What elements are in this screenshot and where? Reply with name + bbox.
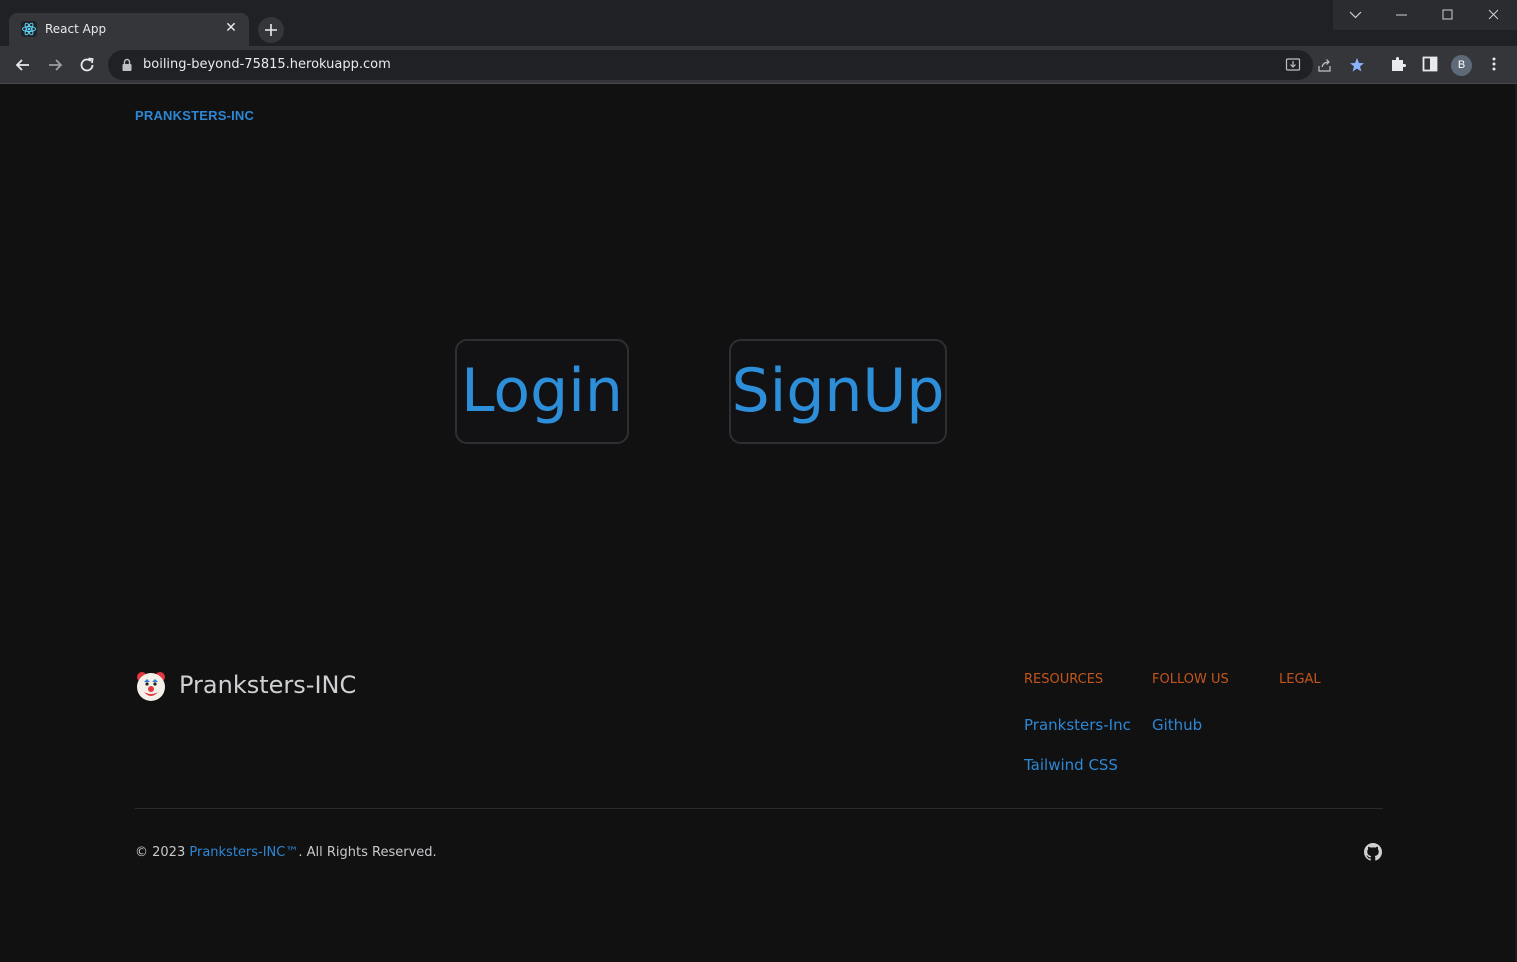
window-controls xyxy=(1333,0,1517,30)
header-brand-link[interactable]: PRANKSTERS-INC xyxy=(135,108,254,123)
close-window-button[interactable] xyxy=(1471,0,1516,30)
footer-divider xyxy=(135,808,1383,809)
browser-tab-strip: React App ✕ xyxy=(0,0,1517,46)
back-arrow-icon[interactable] xyxy=(13,55,33,75)
forward-arrow-icon[interactable] xyxy=(45,55,65,75)
more-vert-icon[interactable] xyxy=(1485,55,1503,73)
address-bar[interactable]: boiling-beyond-75815.herokuapp.com xyxy=(108,50,1364,80)
browser-tab[interactable]: React App ✕ xyxy=(9,13,249,46)
footer-link-pranksters-inc[interactable]: Pranksters-Inc xyxy=(1024,716,1131,734)
plus-icon xyxy=(265,24,277,36)
new-tab-button[interactable] xyxy=(258,17,284,43)
chevron-down-icon xyxy=(1349,11,1362,19)
side-panel-icon[interactable] xyxy=(1421,55,1439,73)
share-icon[interactable] xyxy=(1317,57,1333,73)
install-icon[interactable] xyxy=(1285,57,1301,73)
footer-link-github[interactable]: Github xyxy=(1152,716,1202,734)
signup-button[interactable]: SignUp xyxy=(729,339,947,444)
react-favicon-icon xyxy=(21,21,37,37)
minimize-button[interactable] xyxy=(1379,0,1424,30)
reload-icon[interactable] xyxy=(77,55,97,75)
footer-link-tailwind-css[interactable]: Tailwind CSS xyxy=(1024,756,1118,774)
profile-avatar[interactable]: B xyxy=(1451,55,1472,76)
minimize-icon xyxy=(1396,14,1407,16)
footer-heading-resources: Resources xyxy=(1024,672,1104,687)
footer-heading-legal: Legal xyxy=(1279,672,1321,687)
close-icon xyxy=(1488,9,1499,20)
maximize-icon xyxy=(1442,9,1453,20)
footer-brand[interactable]: Pranksters-INC xyxy=(179,671,356,699)
copyright-text: © 2023 Pranksters-INC™. All Rights Reser… xyxy=(135,845,437,860)
tab-close-icon[interactable]: ✕ xyxy=(223,19,239,35)
maximize-button[interactable] xyxy=(1425,0,1470,30)
copyright-link[interactable]: Pranksters-INC™ xyxy=(189,845,298,860)
page-content: PRANKSTERS-INC Login SignUp Pranksters-I… xyxy=(0,85,1517,962)
bookmark-star-icon[interactable] xyxy=(1349,57,1365,73)
extensions-puzzle-icon[interactable] xyxy=(1389,55,1407,73)
clown-face-icon[interactable] xyxy=(135,670,167,702)
copyright-suffix: . All Rights Reserved. xyxy=(298,845,437,860)
browser-toolbar: boiling-beyond-75815.herokuapp.com B xyxy=(0,46,1517,84)
lock-icon[interactable] xyxy=(121,58,133,72)
github-icon[interactable] xyxy=(1364,843,1382,861)
footer-heading-follow-us: Follow us xyxy=(1152,672,1229,687)
tab-title: React App xyxy=(45,22,107,36)
tab-search-button[interactable] xyxy=(1333,0,1378,30)
copyright-prefix: © 2023 xyxy=(135,845,190,860)
login-button[interactable]: Login xyxy=(455,339,629,444)
url-text[interactable]: boiling-beyond-75815.herokuapp.com xyxy=(143,57,391,72)
